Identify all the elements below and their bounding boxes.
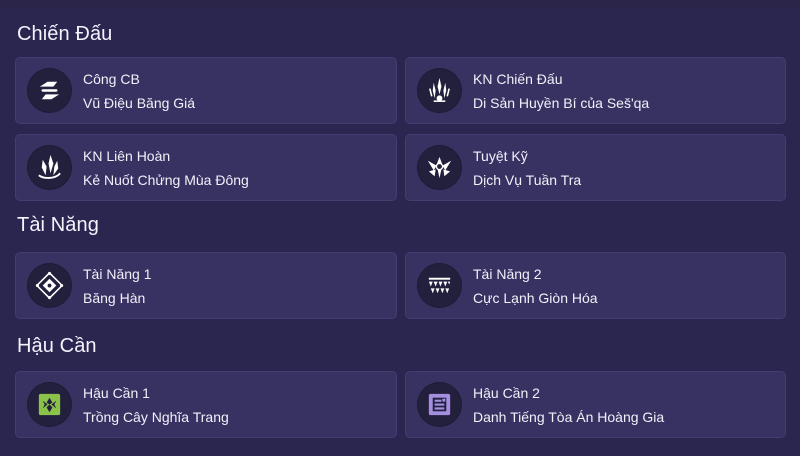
- card-label: Hậu Cần 1: [83, 385, 150, 401]
- card-label: Tài Năng 1: [83, 266, 152, 282]
- card-name: Kẻ Nuốt Chửng Mùa Đông: [83, 172, 249, 188]
- card-name: Trồng Cây Nghĩa Trang: [83, 409, 229, 425]
- card-basic-attack[interactable]: Công CB Vũ Điệu Băng Giá: [15, 57, 397, 124]
- card-talent-1[interactable]: Tài Năng 1 Băng Hàn: [15, 252, 397, 319]
- royal-court-icon: [418, 383, 461, 426]
- ice-shards-icon: [28, 146, 71, 189]
- card-talent-2[interactable]: Tài Năng 2 Cực Lạnh Giòn Hóa: [405, 252, 786, 319]
- card-combat-skill[interactable]: KN Chiến Đấu Di Sản Huyền Bí của Seš'qa: [405, 57, 786, 124]
- card-name: Dịch Vụ Tuần Tra: [473, 172, 582, 188]
- card-logistics-1[interactable]: Hậu Cần 1 Trồng Cây Nghĩa Trang: [15, 371, 397, 438]
- arrows-swap-icon: [28, 69, 71, 112]
- section-title-talents: Tài Năng: [17, 214, 99, 236]
- card-name: Di Sản Huyền Bí của Seš'qa: [473, 95, 650, 111]
- card-label: Công CB: [83, 71, 140, 87]
- section-title-combat: Chiến Đấu: [17, 23, 113, 45]
- graveyard-plant-icon: [28, 383, 71, 426]
- card-label: KN Chiến Đấu: [473, 71, 563, 87]
- card-name: Vũ Điệu Băng Giá: [83, 95, 196, 111]
- card-name: Danh Tiếng Tòa Án Hoàng Gia: [473, 409, 665, 425]
- card-label: Tuyệt Kỹ: [473, 148, 528, 164]
- ice-crystal-icon: [418, 69, 461, 112]
- card-chain-skill[interactable]: KN Liên Hoàn Kẻ Nuốt Chửng Mùa Đông: [15, 134, 397, 201]
- card-name: Băng Hàn: [83, 290, 146, 306]
- card-label: Hậu Cần 2: [473, 385, 540, 401]
- section-title-logistics: Hậu Cần: [17, 335, 97, 357]
- card-logistics-2[interactable]: Hậu Cần 2 Danh Tiếng Tòa Án Hoàng Gia: [405, 371, 786, 438]
- spike-rows-icon: [418, 264, 461, 307]
- frost-diamond-icon: [28, 264, 71, 307]
- card-ultimate[interactable]: Tuyệt Kỹ Dịch Vụ Tuần Tra: [405, 134, 786, 201]
- top-divider: [0, 0, 800, 8]
- card-label: Tài Năng 2: [473, 266, 542, 282]
- card-label: KN Liên Hoàn: [83, 148, 171, 164]
- winged-crest-icon: [418, 146, 461, 189]
- card-name: Cực Lạnh Giòn Hóa: [473, 290, 598, 306]
